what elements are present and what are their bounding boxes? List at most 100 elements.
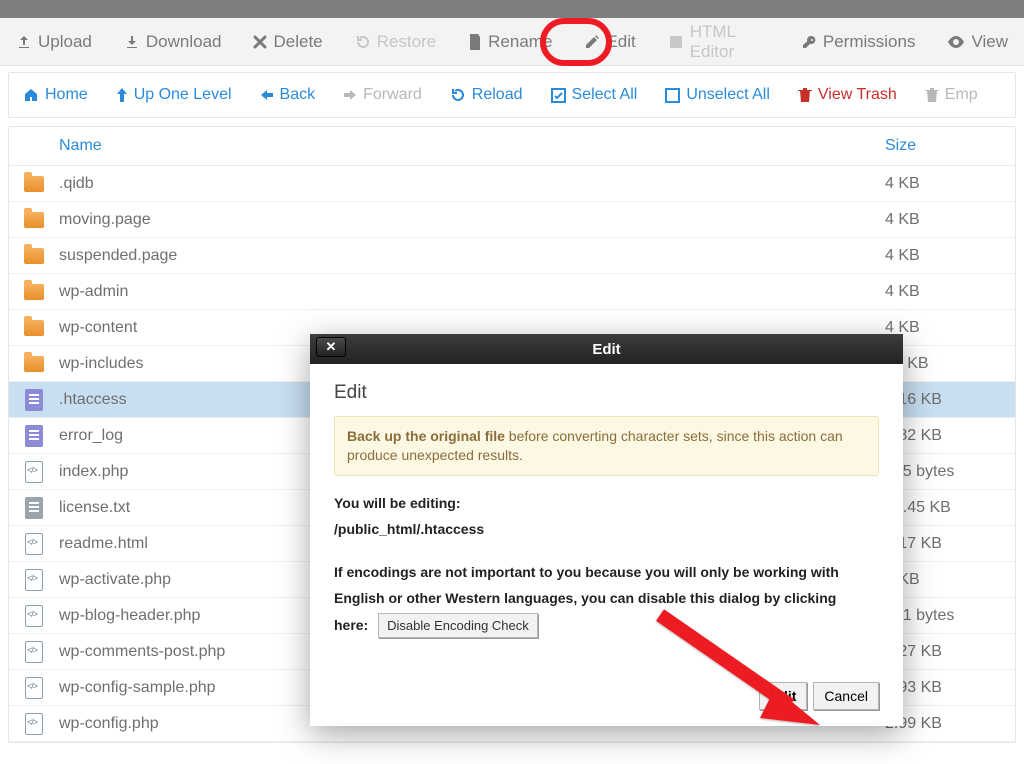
dialog-edit-button[interactable]: Edit bbox=[759, 682, 807, 710]
dialog-warning: Back up the original file before convert… bbox=[334, 416, 879, 476]
dialog-titlebar: ✕ Edit bbox=[310, 334, 903, 364]
forward-button: Forward bbox=[329, 72, 436, 118]
nav-label: Select All bbox=[572, 86, 638, 104]
trash-icon bbox=[798, 87, 812, 103]
rename-button[interactable]: Rename bbox=[452, 18, 568, 66]
back-arrow-icon bbox=[260, 88, 274, 102]
view-trash-button[interactable]: View Trash bbox=[784, 72, 911, 118]
home-icon bbox=[23, 87, 39, 103]
file-name: .qidb bbox=[59, 175, 885, 193]
html-editor-button: HTML Editor bbox=[652, 18, 785, 66]
note-line: English or other Western languages, you … bbox=[334, 585, 879, 612]
encoding-note: If encodings are not important to you be… bbox=[334, 559, 879, 639]
warning-bold: Back up the original file bbox=[347, 428, 505, 444]
home-button[interactable]: Home bbox=[9, 72, 102, 118]
code-file-icon bbox=[23, 533, 45, 555]
editing-path: /public_html/.htaccess bbox=[334, 521, 484, 537]
empty-trash-button: Emp bbox=[911, 72, 992, 118]
note-line: If encodings are not important to you be… bbox=[334, 559, 879, 586]
code-file-icon bbox=[23, 713, 45, 735]
html-editor-icon bbox=[668, 34, 684, 50]
nav-label: View Trash bbox=[818, 86, 897, 104]
upload-button[interactable]: Upload bbox=[0, 18, 108, 66]
folder-icon bbox=[23, 353, 45, 375]
reload-icon bbox=[450, 87, 466, 103]
toolbar-label: Delete bbox=[273, 32, 322, 52]
trash-icon bbox=[925, 87, 939, 103]
folder-icon bbox=[23, 245, 45, 267]
folder-icon bbox=[23, 209, 45, 231]
folder-icon bbox=[23, 281, 45, 303]
download-icon bbox=[124, 34, 140, 50]
view-button[interactable]: View bbox=[931, 18, 1024, 66]
file-row[interactable]: suspended.page4 KB bbox=[9, 238, 1015, 274]
toolbar-label: Edit bbox=[606, 32, 635, 52]
dialog-close-button[interactable]: ✕ bbox=[316, 337, 346, 357]
restore-icon bbox=[355, 34, 371, 50]
toolbar-label: Restore bbox=[377, 32, 437, 52]
file-name: suspended.page bbox=[59, 247, 885, 265]
app-header-bar bbox=[0, 0, 1024, 18]
dialog-actions: Edit Cancel bbox=[334, 682, 879, 710]
file-size: 4 KB bbox=[885, 247, 1001, 265]
header-size[interactable]: Size bbox=[885, 137, 1001, 155]
editing-label: You will be editing: bbox=[334, 495, 461, 511]
document-icon bbox=[23, 497, 45, 519]
rename-icon bbox=[468, 34, 482, 50]
document-icon bbox=[23, 389, 45, 411]
dialog-body: Edit Back up the original file before co… bbox=[310, 364, 903, 726]
nav-label: Unselect All bbox=[686, 86, 770, 104]
file-row[interactable]: .qidb4 KB bbox=[9, 166, 1015, 202]
eye-icon bbox=[947, 36, 965, 48]
list-header: Name Size bbox=[9, 127, 1015, 166]
delete-button[interactable]: Delete bbox=[237, 18, 338, 66]
file-name: moving.page bbox=[59, 211, 885, 229]
key-icon bbox=[801, 34, 817, 50]
upload-icon bbox=[16, 34, 32, 50]
folder-icon bbox=[23, 173, 45, 195]
code-file-icon bbox=[23, 461, 45, 483]
select-all-icon bbox=[551, 88, 566, 103]
toolbar-label: Permissions bbox=[823, 32, 916, 52]
disable-encoding-check-button[interactable]: Disable Encoding Check bbox=[378, 613, 538, 638]
code-file-icon bbox=[23, 605, 45, 627]
note-line: here: bbox=[334, 617, 368, 633]
unselect-all-icon bbox=[665, 88, 680, 103]
folder-icon bbox=[23, 317, 45, 339]
unselect-all-button[interactable]: Unselect All bbox=[651, 72, 784, 118]
dialog-title: Edit bbox=[592, 341, 620, 358]
reload-button[interactable]: Reload bbox=[436, 72, 537, 118]
code-file-icon bbox=[23, 641, 45, 663]
nav-label: Emp bbox=[945, 86, 978, 104]
dialog-cancel-button[interactable]: Cancel bbox=[813, 682, 879, 710]
nav-label: Reload bbox=[472, 86, 523, 104]
nav-label: Back bbox=[280, 86, 316, 104]
nav-label: Forward bbox=[363, 86, 422, 104]
pencil-icon bbox=[584, 34, 600, 50]
download-button[interactable]: Download bbox=[108, 18, 238, 66]
file-size: 4 KB bbox=[885, 283, 1001, 301]
nav-label: Home bbox=[45, 86, 88, 104]
delete-icon bbox=[253, 35, 267, 49]
permissions-button[interactable]: Permissions bbox=[785, 18, 932, 66]
toolbar-label: Upload bbox=[38, 32, 92, 52]
back-button[interactable]: Back bbox=[246, 72, 330, 118]
close-icon: ✕ bbox=[326, 339, 337, 355]
file-row[interactable]: moving.page4 KB bbox=[9, 202, 1015, 238]
forward-arrow-icon bbox=[343, 88, 357, 102]
header-name[interactable]: Name bbox=[59, 137, 885, 155]
nav-toolbar: Home Up One Level Back Forward Reload Se… bbox=[8, 72, 1016, 118]
dialog-heading: Edit bbox=[334, 382, 879, 404]
file-size: 4 KB bbox=[885, 175, 1001, 193]
code-file-icon bbox=[23, 569, 45, 591]
select-all-button[interactable]: Select All bbox=[537, 72, 652, 118]
file-row[interactable]: wp-admin4 KB bbox=[9, 274, 1015, 310]
up-arrow-icon bbox=[116, 87, 128, 103]
nav-label: Up One Level bbox=[134, 86, 232, 104]
toolbar-label: View bbox=[971, 32, 1008, 52]
toolbar-label: Download bbox=[146, 32, 222, 52]
toolbar-label: Rename bbox=[488, 32, 552, 52]
toolbar-label: HTML Editor bbox=[690, 22, 769, 62]
up-one-level-button[interactable]: Up One Level bbox=[102, 72, 246, 118]
edit-button[interactable]: Edit bbox=[568, 18, 651, 66]
